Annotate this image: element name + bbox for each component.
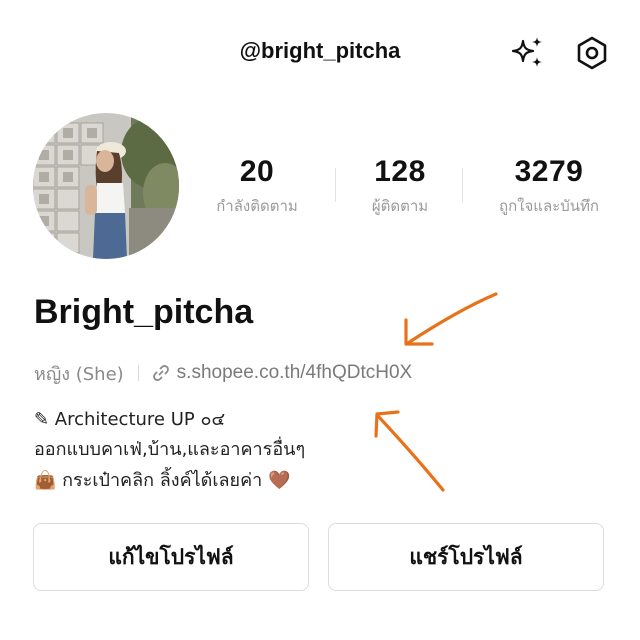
annotation-arrow-lower [376, 414, 445, 492]
stat-following-count: 20 [239, 155, 275, 188]
pronoun-text: หญิง (She) [34, 363, 124, 385]
stat-followers-count: 128 [374, 155, 426, 188]
bio-line-1: ✎ Architecture UP ๐๔ [34, 409, 226, 430]
bio-line-3: 👜 กระเป๋าคลิก ลิ้งค์ได้เลยค่า 🤎 [34, 470, 291, 491]
stat-followers[interactable]: 128 ผู้ติดตาม [335, 154, 465, 216]
meta-divider [137, 365, 139, 381]
profile-meta-row: หญิง (She) s.shopee.co.th/4fhQDtcH0X [34, 360, 412, 386]
profile-link[interactable]: s.shopee.co.th/4fhQDtcH0X [177, 362, 413, 384]
share-profile-button[interactable]: แชร์โปรไฟล์ [328, 523, 604, 591]
annotation-arrowhead-lower [374, 410, 400, 438]
stat-likes-label: ถูกใจและบันทึก [499, 197, 599, 215]
stat-divider [462, 168, 463, 202]
edit-profile-button[interactable]: แก้ไขโปรไฟล์ [33, 523, 309, 591]
stat-followers-label: ผู้ติดตาม [371, 197, 429, 215]
link-icon [151, 363, 171, 383]
stat-following[interactable]: 20 กำลังติดตาม [192, 154, 322, 216]
sparkle-icon[interactable] [508, 33, 548, 73]
profile-name: Bright_pitcha [34, 293, 254, 331]
settings-icon[interactable] [572, 33, 612, 73]
stat-likes-count: 3279 [514, 155, 584, 188]
annotation-arrow-upper [406, 292, 498, 345]
stat-following-label: กำลังติดตาม [216, 197, 298, 215]
stat-likes-saves[interactable]: 3279 ถูกใจและบันทึก [484, 154, 614, 216]
annotation-arrowhead-upper [404, 318, 434, 346]
bio-line-2: ออกแบบคาเฟ่,บ้าน,และอาคารอื่นๆ [34, 439, 306, 460]
profile-page: @bright_pitcha 20 กำลังติดตาม 128 ผู้ติด… [0, 0, 640, 640]
avatar[interactable] [33, 113, 179, 259]
